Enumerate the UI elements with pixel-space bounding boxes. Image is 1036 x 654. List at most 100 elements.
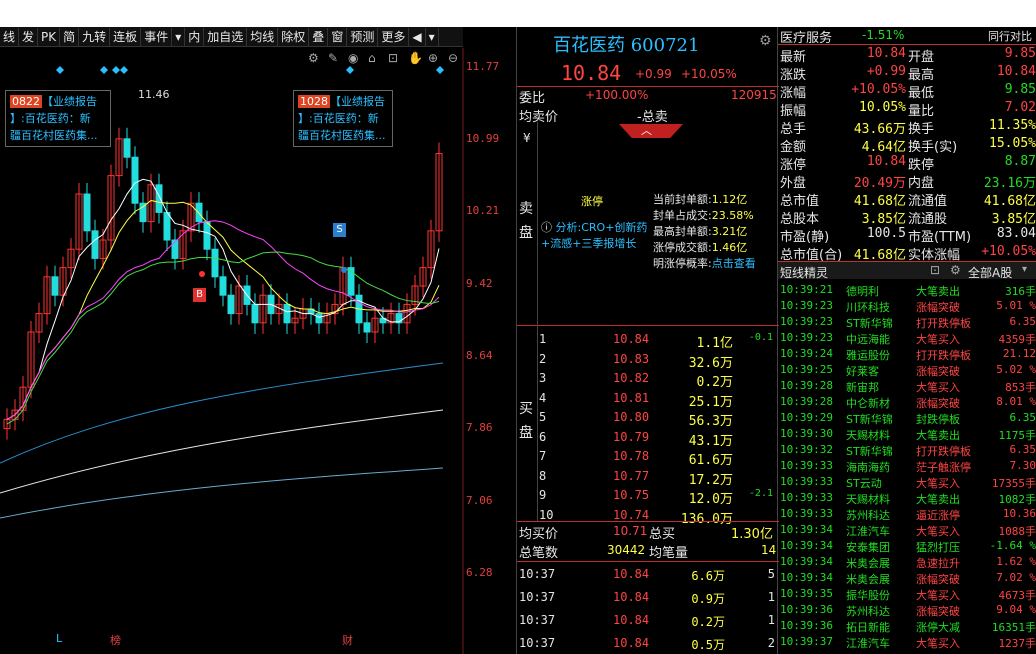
sprite-stock[interactable]: 天赐材料 — [846, 427, 890, 443]
toolbar-button[interactable]: 事件 — [141, 27, 173, 46]
bid-price[interactable]: 10.79 — [613, 430, 649, 444]
sprite-stock[interactable]: 德明利 — [846, 283, 879, 299]
market-filter[interactable]: 全部A股 — [968, 264, 1012, 281]
sprite-stock[interactable]: 江淮汽车 — [846, 635, 890, 651]
toolbar-button[interactable]: 发 — [19, 27, 39, 46]
sprite-row[interactable]: 10:39:28 新宙邦 大笔买入 853手 — [778, 379, 1036, 395]
sprite-row[interactable]: 10:39:33 苏州科达 逼近涨停 10.36 — [778, 507, 1036, 523]
bid-volume: 61.6万 — [688, 453, 733, 468]
sprite-row[interactable]: 10:39:30 天赐材料 大笔卖出 1175手 — [778, 427, 1036, 443]
sprite-stock[interactable]: 米奥会展 — [846, 571, 890, 587]
toolbar-button[interactable]: 线 — [0, 27, 20, 46]
sprite-stock[interactable]: ST新华锦 — [846, 443, 893, 459]
toolbar-button[interactable]: 连板 — [110, 27, 142, 46]
bid-price[interactable]: 10.80 — [613, 410, 649, 424]
toolbar-button[interactable]: 加自选 — [204, 27, 248, 46]
sprite-stock[interactable]: 米奥会展 — [846, 555, 890, 571]
sprite-row[interactable]: 10:39:28 中仑新材 涨幅突破 8.01 % — [778, 395, 1036, 411]
sprite-row[interactable]: 10:39:35 振华股份 大笔买入 4673手 — [778, 587, 1036, 603]
sell-signal-marker[interactable]: S — [333, 223, 346, 237]
sprite-stock[interactable]: 江淮汽车 — [846, 523, 890, 539]
bid-price[interactable]: 10.77 — [613, 469, 649, 483]
toolbar-button[interactable]: 内 — [185, 27, 205, 46]
buy-signal-marker[interactable]: B — [193, 288, 206, 302]
sprite-stock[interactable]: 雅运股份 — [846, 347, 890, 363]
toolbar-button[interactable]: ◀ — [409, 27, 426, 46]
limit-row[interactable]: 明涨停概率:点击查看 — [653, 256, 756, 272]
gear-icon[interactable]: ⚙ — [950, 263, 961, 277]
toolbar-button[interactable]: 更多 — [378, 27, 410, 46]
analysis-info[interactable]: ⓘ 分析:CRO+创新药 +流感+三季报增长 — [541, 220, 647, 252]
candle-body — [83, 193, 91, 232]
sprite-stock[interactable]: 中仑新材 — [846, 395, 890, 411]
sprite-stock[interactable]: 安泰集团 — [846, 539, 890, 555]
toolbar-button[interactable]: ▾ — [172, 27, 186, 46]
sprite-row[interactable]: 10:39:21 德明利 大笔卖出 316手 — [778, 283, 1036, 299]
sprite-stock[interactable]: 好莱客 — [846, 363, 879, 379]
earnings-report-box-2[interactable]: 1028 【业绩报告 】:百花医药：新 疆百花村医药集... — [293, 90, 393, 147]
sprite-row[interactable]: 10:39:34 江淮汽车 大笔买入 1088手 — [778, 523, 1036, 539]
sprite-row[interactable]: 10:39:24 雅运股份 打开跌停板 21.12 — [778, 347, 1036, 363]
toolbar-button[interactable]: 均线 — [247, 27, 279, 46]
limit-row: 涨停成交额:1.46亿 — [653, 240, 756, 256]
chevron-up-icon[interactable]: ︿ — [641, 122, 652, 138]
sprite-stock[interactable]: 川环科技 — [846, 299, 890, 315]
dropdown-chevron-icon[interactable]: ▾ — [1022, 264, 1027, 275]
limit-value[interactable]: 点击查看 — [712, 257, 756, 270]
toolbar-button[interactable]: 除权 — [278, 27, 310, 46]
sprite-stock[interactable]: ST新华锦 — [846, 411, 893, 427]
sprite-stock[interactable]: 拓日新能 — [846, 619, 890, 635]
sprite-stock[interactable]: 新宙邦 — [846, 379, 879, 395]
bid-price[interactable]: 10.78 — [613, 449, 649, 463]
bid-price[interactable]: 10.84 — [613, 332, 649, 346]
sprite-row[interactable]: 10:39:33 海南海药 茫子触涨停 7.30 — [778, 459, 1036, 475]
bang-marker[interactable]: 榜 — [110, 632, 121, 648]
cai-marker[interactable]: 财 — [342, 632, 353, 648]
sprite-stock[interactable]: 振华股份 — [846, 587, 890, 603]
bid-price[interactable]: 10.83 — [613, 352, 649, 366]
sprite-row[interactable]: 10:39:33 ST云动 大笔买入 17355手 — [778, 475, 1036, 491]
sprite-value: 6.35 — [1009, 315, 1036, 328]
sprite-stock[interactable]: 天赐材料 — [846, 491, 890, 507]
sprite-stock[interactable]: ST云动 — [846, 475, 882, 491]
toolbar-button[interactable]: 预测 — [347, 27, 379, 46]
screenshot-icon[interactable]: ⊡ — [930, 263, 940, 277]
toolbar-button[interactable]: 简 — [60, 27, 80, 46]
sprite-row[interactable]: 10:39:34 米奥会展 急速拉升 1.62 % — [778, 555, 1036, 571]
toolbar-button[interactable]: 窗 — [328, 27, 348, 46]
sprite-row[interactable]: 10:39:36 拓日新能 涨停大减 16351手 — [778, 619, 1036, 635]
sprite-stock[interactable]: 中远海能 — [846, 331, 890, 347]
sprite-row[interactable]: 10:39:37 江淮汽车 大笔买入 1237手 — [778, 635, 1036, 651]
sprite-row[interactable]: 10:39:33 天赐材料 大笔卖出 1082手 — [778, 491, 1036, 507]
sprite-row[interactable]: 10:39:25 好莱客 涨幅突破 5.02 % — [778, 363, 1036, 379]
sprite-row[interactable]: 10:39:23 川环科技 涨幅突破 5.01 % — [778, 299, 1036, 315]
sprite-row[interactable]: 10:39:34 米奥会展 涨幅突破 7.02 % — [778, 571, 1036, 587]
sprite-value: 7.30 — [1009, 459, 1036, 472]
sprite-stock[interactable]: ST新华锦 — [846, 315, 893, 331]
bid-price[interactable]: 10.74 — [613, 508, 649, 522]
settings-gear-icon[interactable]: ⚙ — [759, 33, 772, 49]
sprite-row[interactable]: 10:39:36 苏州科达 涨幅突破 9.04 % — [778, 603, 1036, 619]
bid-price[interactable]: 10.75 — [613, 488, 649, 502]
toolbar-button[interactable]: ▾ — [426, 27, 439, 46]
l-marker[interactable]: L — [56, 632, 62, 645]
kline-chart[interactable]: ⚙ ✎ ◉ ⌂ ⊡ ✋ ⊕ ⊖ 11.77 10.99 10.21 9.42 8.64 7.8… — [0, 48, 516, 654]
report-title: 【业绩报告 — [42, 95, 97, 108]
peer-compare-link[interactable]: 同行对比 — [988, 28, 1032, 44]
sprite-stock[interactable]: 苏州科达 — [846, 507, 890, 523]
sprite-stock[interactable]: 海南海药 — [846, 459, 890, 475]
earnings-report-box-1[interactable]: 0822 【业绩报告 】:百花医药：新 疆百花村医药集... — [5, 90, 111, 147]
bid-price[interactable]: 10.81 — [613, 391, 649, 405]
toolbar-button[interactable]: 九转 — [79, 27, 111, 46]
sprite-stock[interactable]: 苏州科达 — [846, 603, 890, 619]
bid-price[interactable]: 10.82 — [613, 371, 649, 385]
sprite-row[interactable]: 10:39:23 ST新华锦 打开跌停板 6.35 — [778, 315, 1036, 331]
sprite-row[interactable]: 10:39:34 安泰集团 猛烈打压 -1.64 % — [778, 539, 1036, 555]
sprite-row[interactable]: 10:39:29 ST新华锦 封跌停板 6.35 — [778, 411, 1036, 427]
sprite-row[interactable]: 10:39:32 ST新华锦 打开跌停板 6.35 — [778, 443, 1036, 459]
buy-side-label: 买盘 — [519, 397, 533, 445]
toolbar-button[interactable]: PK — [38, 27, 61, 46]
toolbar-button[interactable]: 叠 — [309, 27, 329, 46]
stat-key: 外盘 — [780, 176, 807, 191]
sprite-row[interactable]: 10:39:23 中远海能 大笔买入 4359手 — [778, 331, 1036, 347]
